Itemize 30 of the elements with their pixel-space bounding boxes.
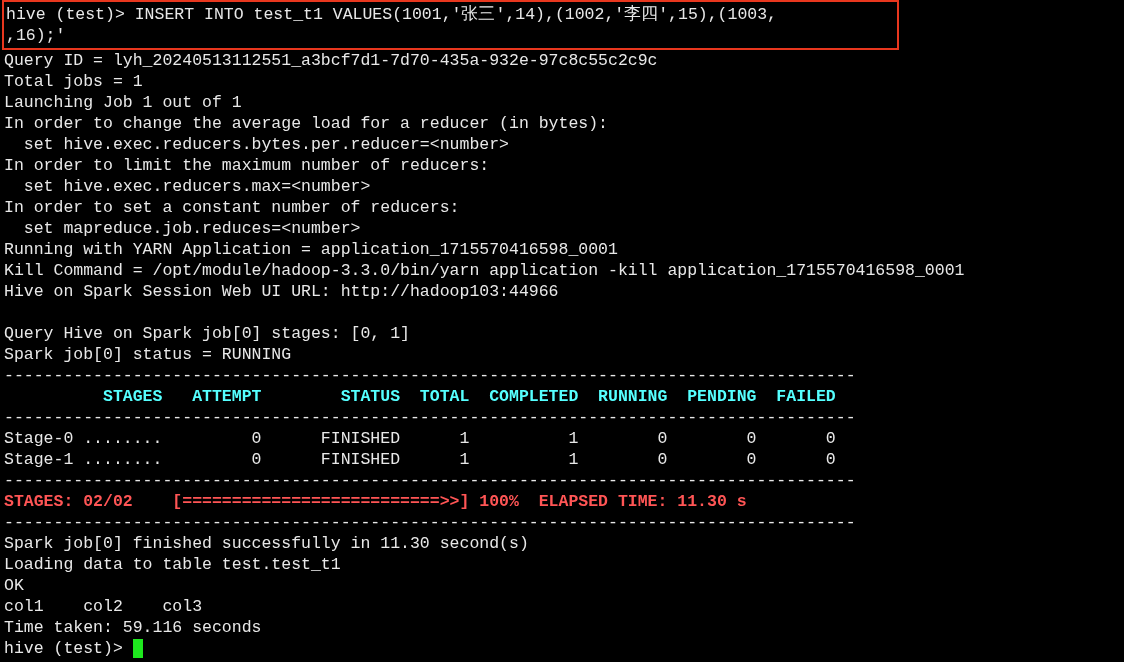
dashed-separator: -------------------------------------------------------------------------------------- — [4, 365, 856, 386]
output-line: Time taken: 59.116 seconds — [4, 617, 262, 638]
output-line: Stage-0 ........ 0 FINISHED 1 1 0 0 0 — [4, 428, 836, 449]
dashed-separator: -------------------------------------------------------------------------------------- — [4, 407, 856, 428]
output-line: set hive.exec.reducers.bytes.per.reducer=<number> — [22, 134, 509, 155]
output-line: Stage-1 ........ 0 FINISHED 1 1 0 0 0 — [4, 449, 836, 470]
output-line: Hive on Spark Session Web UI URL: http://hadoop103:44966 — [4, 281, 559, 302]
output-line: set mapreduce.job.reduces=<number> — [22, 218, 361, 239]
output-line: In order to change the average load for a reducer (in bytes): — [4, 113, 608, 134]
output-line: Query Hive on Spark job[0] stages: [0, 1] — [4, 323, 410, 344]
output-line: OK — [4, 575, 24, 596]
output-line: Loading data to table test.test_t1 — [4, 554, 341, 575]
output-line: Total jobs = 1 — [4, 71, 143, 92]
prompt-text: hive (test)> — [4, 638, 124, 659]
output-line: set hive.exec.reducers.max=<number> — [22, 176, 371, 197]
output-line: Running with YARN Application = application_1715570416598_0001 — [4, 239, 618, 260]
output-line: Query ID = lyh_20240513112551_a3bcf7d1-7d70-435a-932e-97c8c55c2c9c — [4, 50, 658, 71]
command-line: hive (test)> INSERT INTO test_t1 VALUES(1001,'张三',14),(1002,'李四',15),(1003, — [6, 4, 777, 25]
command-line: ,16);' — [6, 25, 66, 46]
output-line: In order to set a constant number of reducers: — [4, 197, 460, 218]
stage-table-header: STAGES ATTEMPT STATUS TOTAL COMPLETED RUNNING PENDING FAILED — [102, 386, 836, 407]
output-line: Launching Job 1 out of 1 — [4, 92, 242, 113]
dashed-separator: -------------------------------------------------------------------------------------- — [4, 470, 856, 491]
output-line: Spark job[0] status = RUNNING — [4, 344, 292, 365]
progress-line: STAGES: 02/02 [==========================>>] 100% ELAPSED TIME: 11.30 s — [4, 491, 747, 512]
output-line: Spark job[0] finished successfully in 11.30 second(s) — [4, 533, 529, 554]
output-line: In order to limit the maximum number of reducers: — [4, 155, 490, 176]
output-line: Kill Command = /opt/module/hadoop-3.3.0/bin/yarn application -kill application_1715570416598_0001 — [4, 260, 965, 281]
output-line: col1 col2 col3 — [4, 596, 203, 617]
dashed-separator: -------------------------------------------------------------------------------------- — [4, 512, 856, 533]
